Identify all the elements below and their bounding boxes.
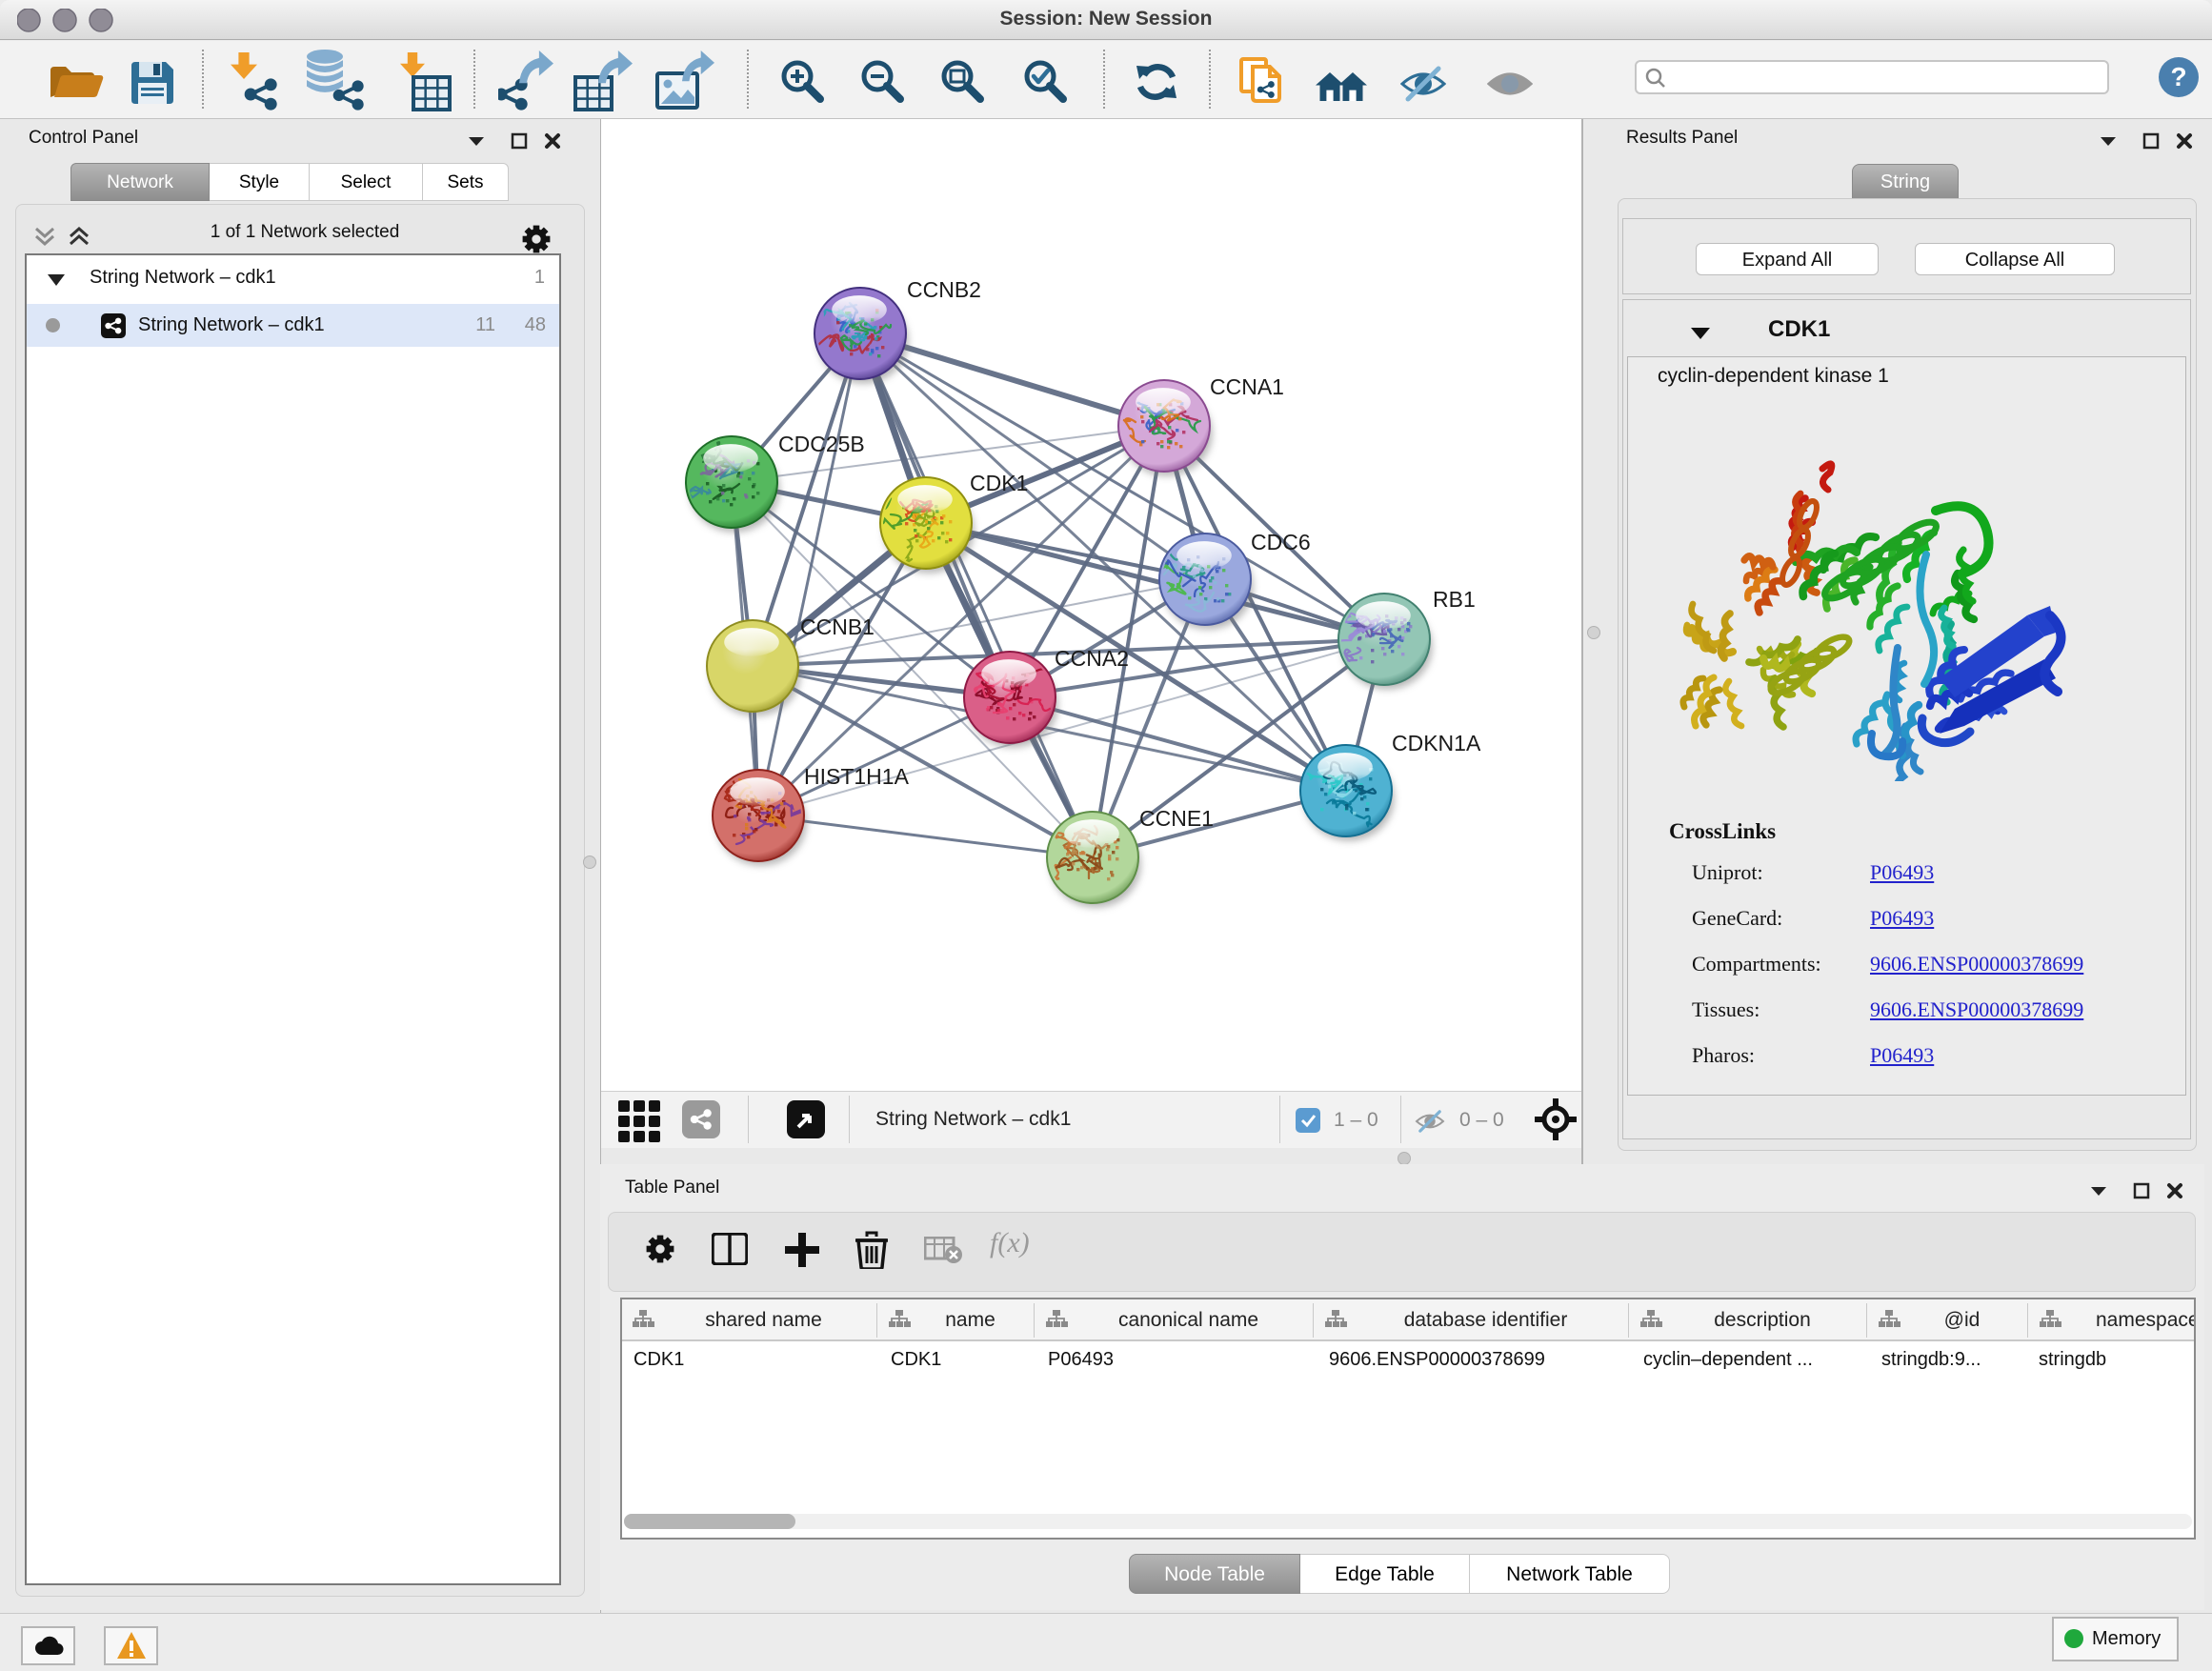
svg-text:CDK1: CDK1 [970,471,1028,495]
svg-text:CDKN1A: CDKN1A [1392,731,1481,755]
svg-text:CDC6: CDC6 [1251,530,1311,554]
svg-text:CCNA2: CCNA2 [1055,646,1129,671]
svg-text:CCNA1: CCNA1 [1210,374,1284,399]
svg-text:CDC25B: CDC25B [778,432,865,456]
svg-text:RB1: RB1 [1433,587,1476,612]
svg-text:CCNE1: CCNE1 [1139,806,1214,831]
svg-text:HIST1H1A: HIST1H1A [804,764,910,789]
svg-text:CCNB1: CCNB1 [800,614,875,639]
svg-text:CCNB2: CCNB2 [907,277,981,302]
